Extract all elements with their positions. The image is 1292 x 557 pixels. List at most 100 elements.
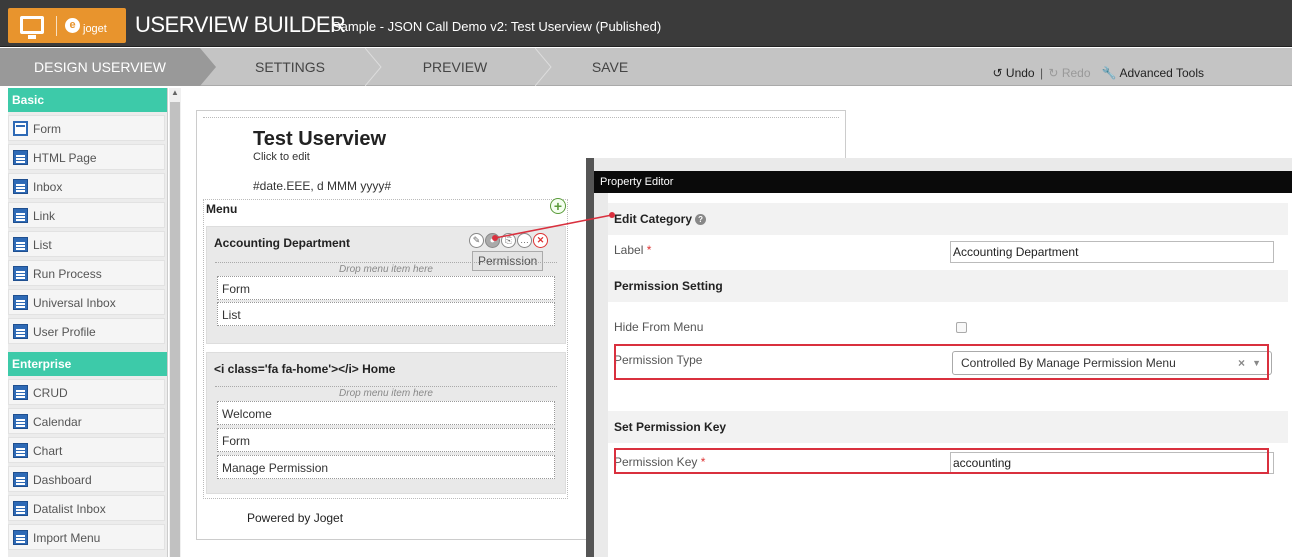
palette-item-label: Datalist Inbox — [33, 502, 106, 516]
table-icon — [13, 208, 28, 223]
label-input[interactable]: Accounting Department — [950, 241, 1274, 263]
step-label: SAVE — [591, 59, 629, 75]
step-label: PREVIEW — [422, 59, 488, 75]
section-permission-setting: Permission Setting — [608, 270, 1288, 302]
palette-item-html-page[interactable]: HTML Page — [8, 144, 165, 170]
app-subtitle: Sample - JSON Call Demo v2: Test Uservie… — [332, 19, 662, 34]
menu-item[interactable]: Form — [217, 428, 555, 452]
palette-item-run-process[interactable]: Run Process — [8, 260, 165, 286]
table-icon — [13, 150, 28, 165]
table-icon — [13, 237, 28, 252]
step-design-userview[interactable]: DESIGN USERVIEW — [0, 48, 200, 86]
date-label: #date.EEE, d MMM yyyy# — [253, 179, 392, 193]
palette-item-crud[interactable]: CRUD — [8, 379, 165, 405]
scroll-up-icon[interactable]: ▲ — [171, 88, 179, 97]
element-palette: Basic Form HTML Page Inbox Link List Run… — [8, 88, 168, 557]
hide-from-menu-label: Hide From Menu — [614, 320, 704, 334]
advanced-tools-button[interactable]: Advanced Tools — [1119, 66, 1204, 80]
step-preview[interactable]: PREVIEW — [395, 48, 515, 86]
palette-item-list[interactable]: List — [8, 231, 165, 257]
palette-item-label: HTML Page — [33, 151, 97, 165]
add-category-icon[interactable]: + — [550, 198, 566, 214]
category-title: Accounting Department — [214, 236, 351, 250]
toolbar-separator: | — [1039, 66, 1044, 80]
redo-button[interactable]: Redo — [1062, 66, 1091, 80]
menu-category-accounting[interactable]: Accounting Department ✎ ● ⎘… ✕ Permission D… — [206, 226, 566, 344]
app-title: USERVIEW BUILDER — [135, 12, 346, 37]
highlight-permission-type — [614, 344, 1269, 380]
menu-item[interactable]: Form — [217, 276, 555, 300]
menu-category-home[interactable]: <i class='fa fa-home'></i> Home Drop men… — [206, 352, 566, 494]
palette-category-enterprise[interactable]: Enterprise — [8, 352, 167, 376]
menu-item[interactable]: List — [217, 302, 555, 326]
monitor-icon — [20, 16, 44, 39]
joget-label: joget — [83, 23, 107, 35]
hide-from-menu-checkbox[interactable] — [956, 322, 967, 333]
joget-icon: e — [65, 18, 80, 33]
category-actions: ✎ ● ⎘… ✕ — [469, 232, 549, 248]
field-label-text: Label — [614, 243, 644, 257]
toolbar-right: ↺ Undo | ↻ Redo 🔧 Advanced Tools — [993, 66, 1204, 80]
step-label: SETTINGS — [254, 59, 325, 75]
category-title: <i class='fa fa-home'></i> Home — [214, 362, 396, 376]
palette-item-label: Calendar — [33, 415, 82, 429]
menu-label: Menu — [206, 202, 238, 216]
palette-item-user-profile[interactable]: User Profile — [8, 318, 165, 344]
step-settings[interactable]: SETTINGS — [230, 48, 350, 86]
click-to-edit[interactable]: Click to edit — [253, 151, 310, 163]
highlight-permission-key — [614, 448, 1269, 474]
menu-item[interactable]: Welcome — [217, 401, 555, 425]
table-icon — [13, 385, 28, 400]
table-icon — [13, 472, 28, 487]
palette-item-label: List — [33, 238, 52, 252]
required-mark: * — [646, 243, 652, 257]
builder-steps: DESIGN USERVIEW SETTINGS PREVIEW SAVE ↺ … — [0, 48, 1292, 86]
palette-item-universal-inbox[interactable]: Universal Inbox — [8, 289, 165, 315]
joget-logo[interactable]: e joget — [8, 8, 126, 43]
palette-item-datalist-inbox[interactable]: Datalist Inbox — [8, 495, 165, 521]
palette-item-dashboard[interactable]: Dashboard — [8, 466, 165, 492]
table-icon — [13, 414, 28, 429]
table-icon — [13, 501, 28, 516]
palette-item-inbox[interactable]: Inbox — [8, 173, 165, 199]
undo-button[interactable]: Undo — [1006, 66, 1035, 80]
property-editor-title: Property Editor — [594, 171, 1292, 193]
footer-powered-by[interactable]: Powered by Joget — [247, 511, 343, 525]
palette-item-label: Inbox — [33, 180, 63, 194]
form-icon — [13, 121, 28, 136]
step-divider — [535, 48, 552, 86]
section-set-permission-key: Set Permission Key — [608, 411, 1288, 443]
wrench-icon: 🔧 — [1101, 66, 1117, 80]
palette-item-form[interactable]: Form — [8, 115, 165, 141]
palette-item-chart[interactable]: Chart — [8, 437, 165, 463]
table-icon — [13, 295, 28, 310]
section-title: Edit Category — [614, 212, 693, 226]
copy-icon[interactable]: ⎘ — [501, 233, 516, 248]
undo-icon: ↺ — [992, 66, 1003, 80]
palette-item-calendar[interactable]: Calendar — [8, 408, 165, 434]
palette-item-label: Import Menu — [33, 531, 101, 545]
palette-item-link[interactable]: Link — [8, 202, 165, 228]
step-save[interactable]: SAVE — [575, 48, 645, 86]
menu-item[interactable]: Manage Permission — [217, 455, 555, 479]
logo-divider — [56, 16, 57, 36]
palette-scrollbar[interactable]: ▲ — [169, 88, 181, 557]
palette-item-label: Chart — [33, 444, 63, 458]
help-icon[interactable]: ? — [695, 214, 707, 225]
palette-item-label: Universal Inbox — [33, 296, 116, 310]
scroll-thumb[interactable] — [170, 102, 180, 557]
drop-hint: Drop menu item here — [215, 262, 557, 275]
palette-item-label: User Profile — [33, 325, 96, 339]
table-icon — [13, 179, 28, 194]
palette-item-import-menu[interactable]: Import Menu — [8, 524, 165, 550]
delete-icon[interactable]: ✕ — [533, 233, 548, 248]
comment-icon[interactable]: … — [517, 233, 532, 248]
edit-icon[interactable]: ✎ — [469, 233, 484, 248]
app-header: e joget USERVIEW BUILDER Sample - JSON C… — [0, 0, 1292, 47]
permission-icon[interactable]: ● — [485, 233, 500, 248]
drop-hint: Drop menu item here — [215, 386, 557, 399]
palette-item-label: CRUD — [33, 386, 68, 400]
userview-title: Test Userview — [253, 128, 387, 150]
palette-category-basic[interactable]: Basic — [8, 88, 167, 112]
menu-area: Menu + Accounting Department ✎ ● ⎘… ✕ Permi… — [203, 198, 568, 499]
